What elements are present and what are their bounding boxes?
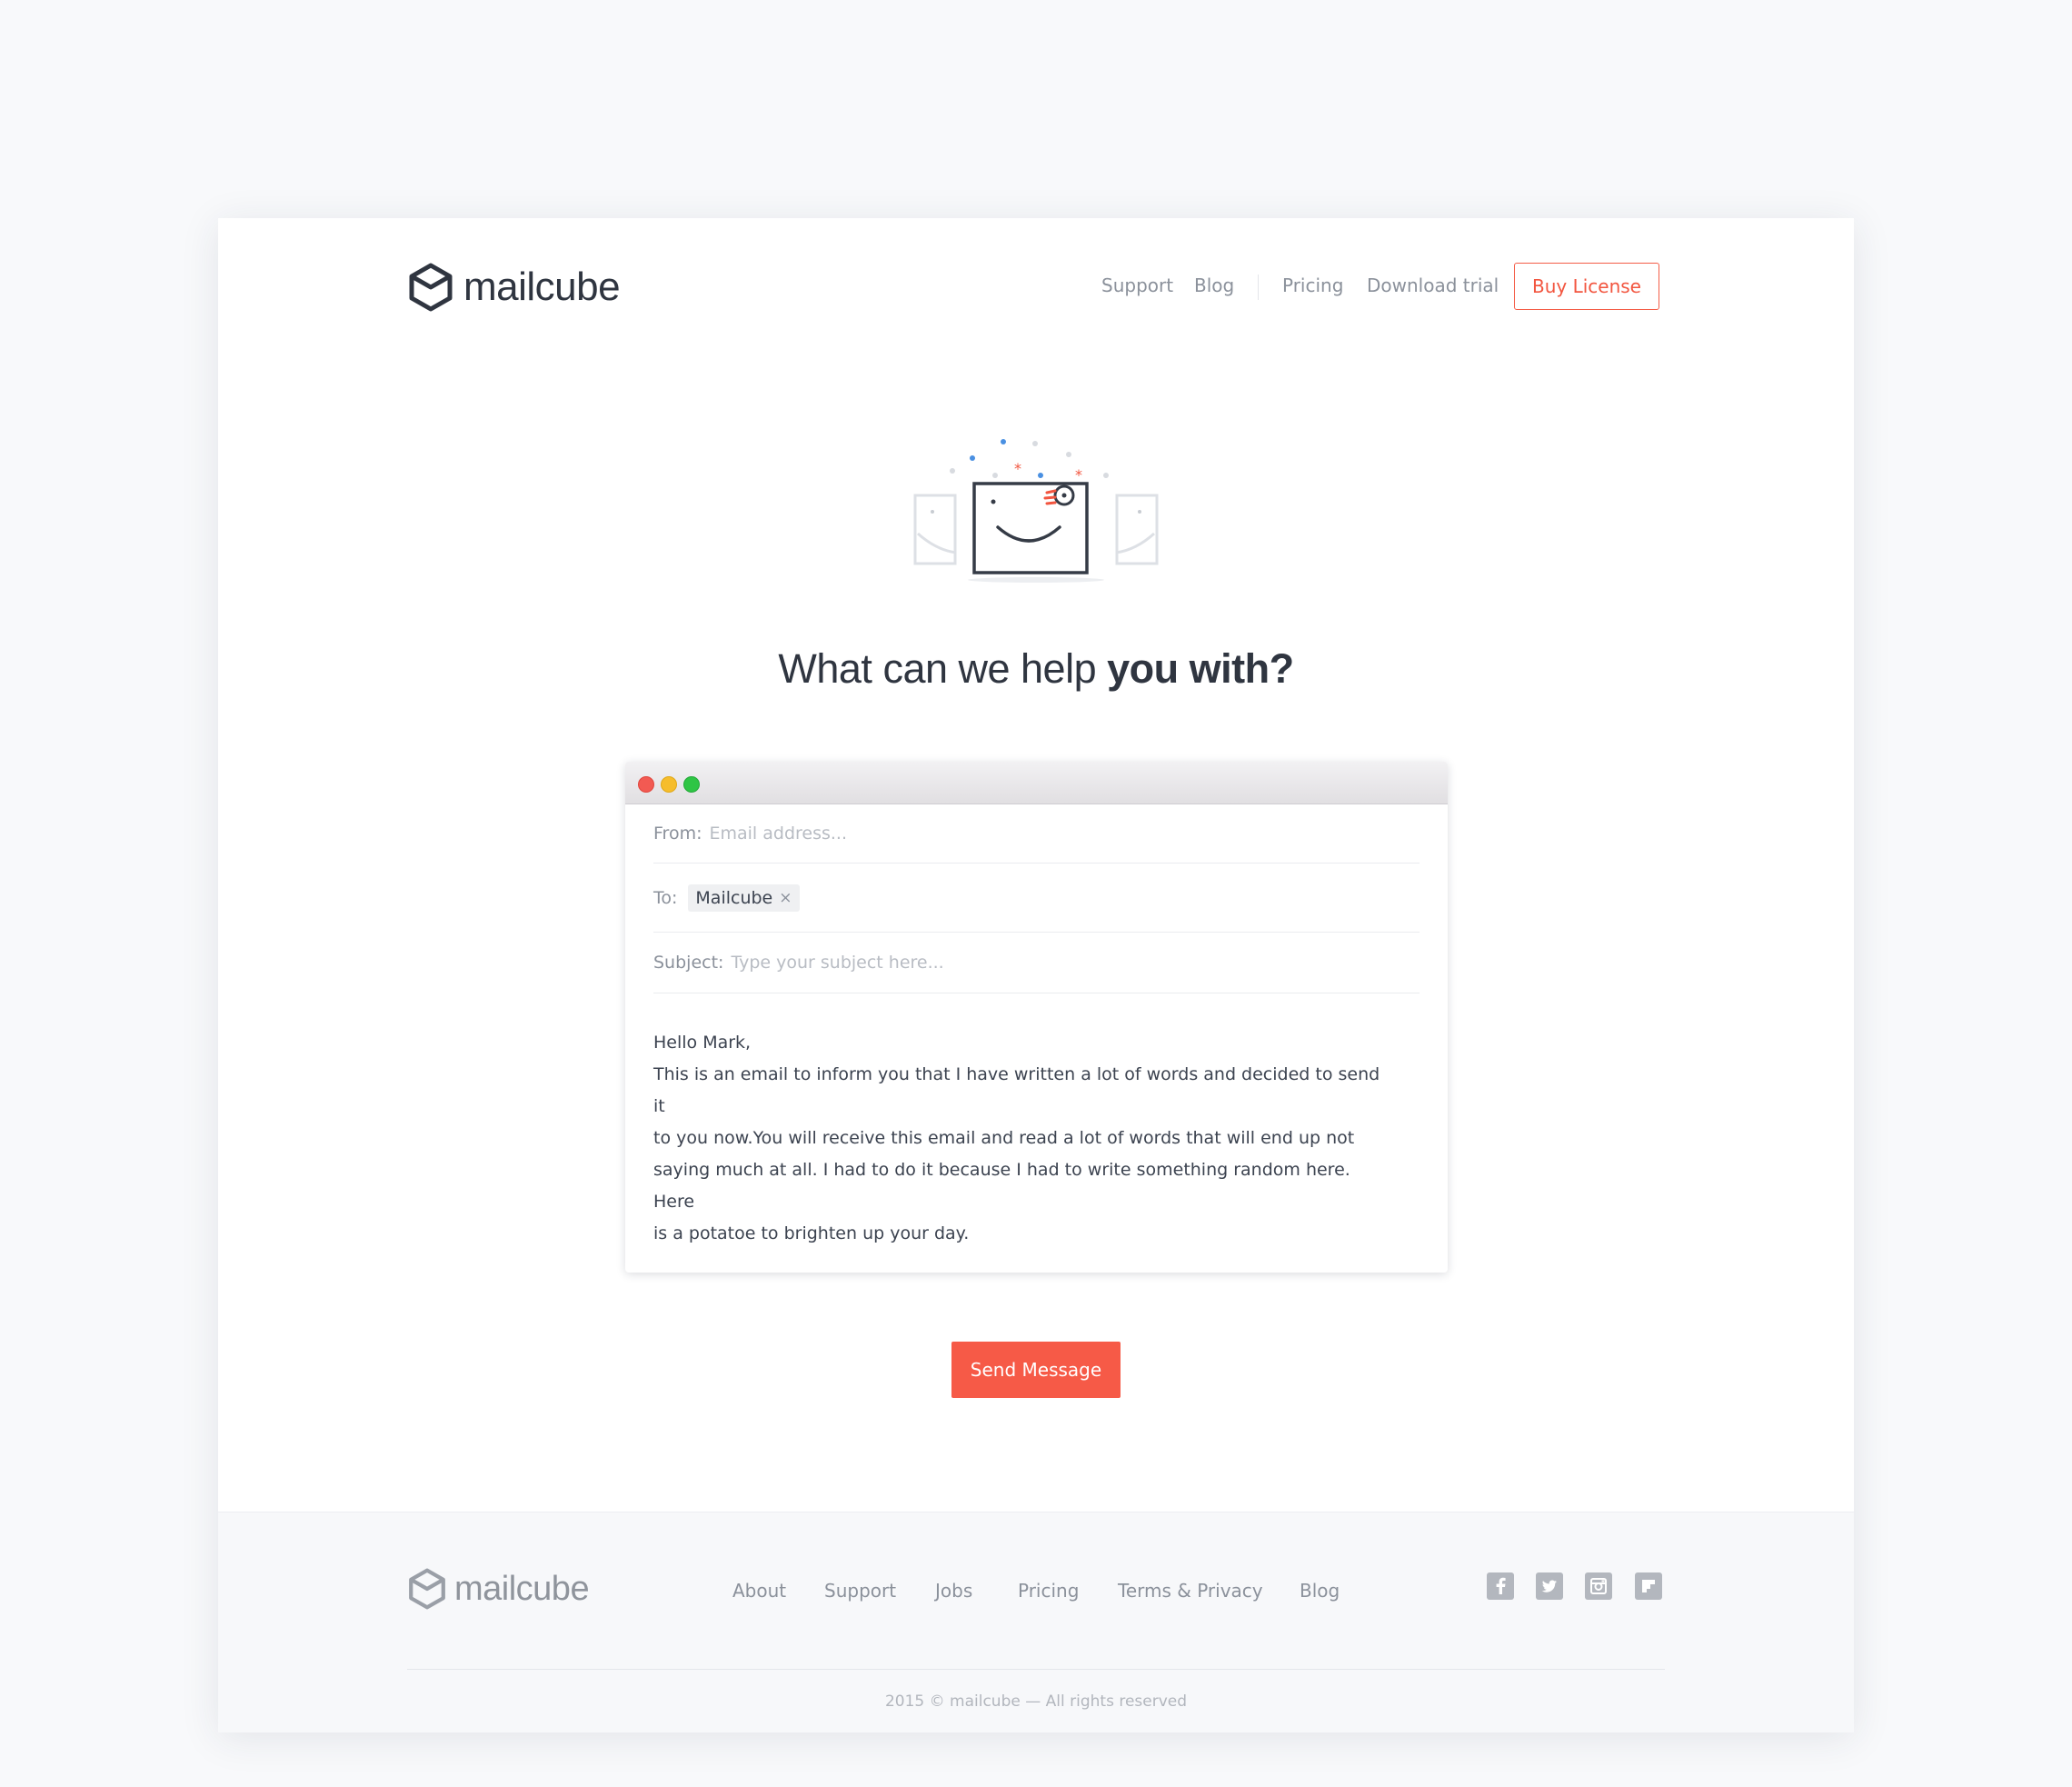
maximize-window-button[interactable]: [683, 776, 700, 793]
body-line: is a potatoe to brighten up your day.: [653, 1223, 970, 1243]
flipboard-icon[interactable]: [1635, 1572, 1662, 1600]
body-line: This is an email to inform you that I ha…: [653, 1064, 1380, 1116]
from-row[interactable]: From: Email address...: [653, 804, 1420, 864]
page-card: mailcube Support Blog Pricing Download t…: [218, 218, 1854, 1732]
instagram-icon[interactable]: [1585, 1572, 1612, 1600]
footer-brand-name: mailcube: [454, 1569, 590, 1608]
facebook-icon[interactable]: [1487, 1572, 1514, 1600]
body-line: Hello Mark,: [653, 1033, 752, 1053]
minimize-window-button[interactable]: [661, 776, 677, 793]
footer-logo[interactable]: mailcube: [407, 1567, 590, 1611]
page-headline: What can we help you with?: [218, 645, 1854, 693]
buy-license-button[interactable]: Buy License: [1514, 263, 1659, 310]
nav-divider: [1258, 275, 1259, 300]
footer-link-support[interactable]: Support: [824, 1580, 896, 1602]
nav-pricing[interactable]: Pricing: [1282, 275, 1343, 296]
recipient-chip[interactable]: Mailcube ×: [688, 884, 800, 912]
footer-link-blog[interactable]: Blog: [1300, 1580, 1340, 1602]
footer-link-jobs[interactable]: Jobs: [935, 1580, 972, 1602]
nav-support[interactable]: Support: [1101, 275, 1173, 296]
subject-row[interactable]: Subject: Type your subject here...: [653, 933, 1420, 993]
message-body[interactable]: Hello Mark, This is an email to inform y…: [653, 1027, 1380, 1250]
copyright-text: 2015 © mailcube — All rights reserved: [884, 1692, 1188, 1711]
window-titlebar: [625, 762, 1448, 804]
headline-light: What can we help: [778, 645, 1108, 692]
cube-logo-icon: [409, 263, 453, 312]
happy-envelope-illustration: * *: [913, 439, 1159, 583]
svg-text:*: *: [1075, 466, 1082, 484]
to-label: To:: [653, 887, 678, 908]
footer-link-terms-privacy[interactable]: Terms & Privacy: [1118, 1580, 1263, 1602]
footer-divider: [407, 1669, 1665, 1670]
twitter-icon[interactable]: [1536, 1572, 1563, 1600]
from-input[interactable]: Email address...: [709, 824, 847, 844]
subject-input[interactable]: Type your subject here...: [731, 953, 943, 973]
subject-label: Subject:: [653, 953, 724, 973]
nav-blog[interactable]: Blog: [1194, 275, 1234, 296]
send-message-button[interactable]: Send Message: [951, 1342, 1121, 1398]
from-label: From:: [653, 823, 702, 844]
nav-download-trial[interactable]: Download trial: [1367, 275, 1499, 296]
footer: mailcube About Support Jobs Pricing Term…: [218, 1512, 1854, 1732]
recipient-chip-label: Mailcube: [695, 887, 773, 908]
footer-link-about[interactable]: About: [732, 1580, 786, 1602]
header-logo[interactable]: mailcube: [407, 262, 621, 313]
close-window-button[interactable]: [638, 776, 654, 793]
svg-text:*: *: [1014, 460, 1021, 477]
footer-link-pricing[interactable]: Pricing: [1018, 1580, 1079, 1602]
to-row[interactable]: To: Mailcube ×: [653, 864, 1420, 933]
body-line: saying much at all. I had to do it becau…: [653, 1160, 1350, 1212]
compose-window: From: Email address... To: Mailcube × Su…: [625, 762, 1448, 1273]
body-line: to you now.You will receive this email a…: [653, 1128, 1355, 1148]
brand-name: mailcube: [463, 265, 621, 309]
cube-logo-icon: [409, 1568, 445, 1610]
headline-bold: you with?: [1107, 645, 1294, 692]
remove-recipient-icon[interactable]: ×: [779, 889, 792, 907]
